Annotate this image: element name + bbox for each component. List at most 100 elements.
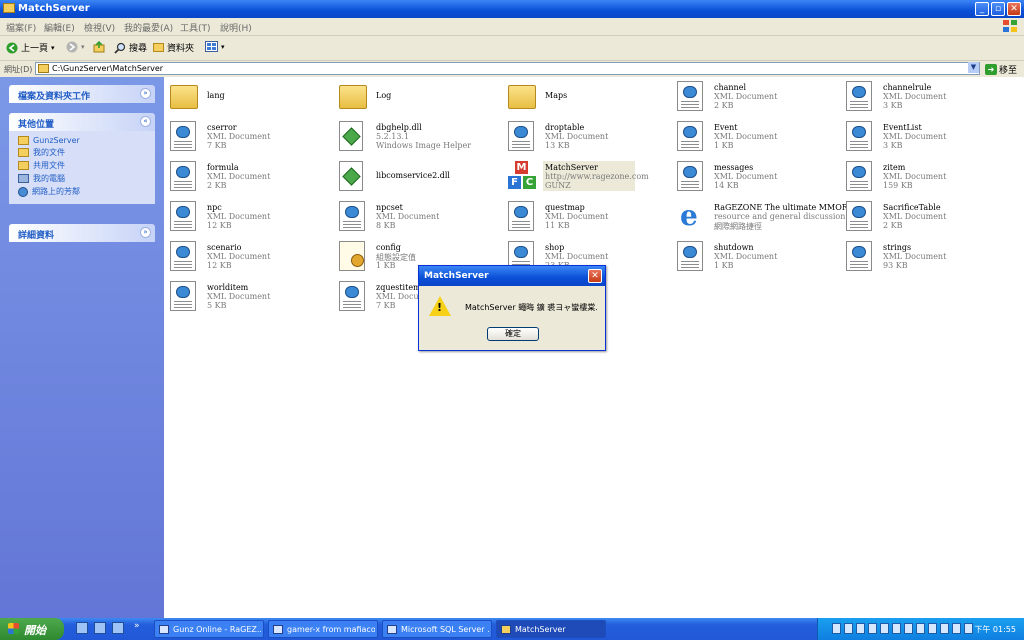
file-item[interactable]: Event XML Document 1 KB [677, 119, 842, 155]
up-folder-button[interactable] [93, 41, 105, 53]
address-bar: 網址(D) C:\GunzServer\MatchServer ▼ ➜ 移至 [0, 61, 1024, 77]
task-matchserver[interactable]: MatchServer [496, 620, 606, 638]
place-shared-documents[interactable]: 共用文件 [9, 159, 155, 172]
file-item[interactable]: messages XML Document 14 KB [677, 159, 842, 195]
search-button[interactable]: 搜尋 [114, 41, 147, 54]
views-dropdown-icon[interactable]: ▾ [221, 43, 225, 51]
menu-view[interactable]: 檢視(V) [84, 21, 115, 34]
media-player-icon[interactable] [112, 622, 124, 634]
file-name: npc [207, 203, 222, 212]
menu-file[interactable]: 檔案(F) [6, 21, 36, 34]
address-path: C:\GunzServer\MatchServer [52, 64, 164, 73]
go-button[interactable]: ➜ 移至 [985, 63, 1017, 76]
file-item[interactable]: Log [339, 79, 504, 115]
tray-icon[interactable] [916, 623, 925, 634]
file-item[interactable]: lang [170, 79, 335, 115]
forward-dropdown-icon[interactable]: ▾ [81, 43, 85, 51]
folder-icon [3, 3, 15, 13]
panel-body: GunzServer 我的文件 共用文件 我的電腦 網路上的芳鄰 [9, 131, 155, 204]
file-name: channelrule [883, 83, 932, 92]
tray-icon[interactable] [880, 623, 889, 634]
place-my-computer[interactable]: 我的電腦 [9, 172, 155, 185]
place-my-documents[interactable]: 我的文件 [9, 146, 155, 159]
menu-favorites[interactable]: 我的最愛(A) [124, 21, 173, 34]
file-item[interactable]: EventList XML Document 3 KB [846, 119, 1011, 155]
file-item[interactable]: strings XML Document 93 KB [846, 239, 1011, 275]
file-item[interactable]: RaGEZONE The ultimate MMORPGresource and… [677, 199, 866, 235]
place-gunzserver[interactable]: GunzServer [9, 135, 155, 146]
folders-button[interactable]: 資料夾 [153, 41, 194, 54]
file-item[interactable]: libcomservice2.dll [339, 159, 504, 195]
file-name: droptable [545, 123, 585, 132]
show-desktop-icon[interactable] [76, 622, 88, 634]
folder-icon [170, 81, 200, 113]
minimize-button[interactable]: _ [975, 2, 989, 16]
file-item[interactable]: npcset XML Document 8 KB [339, 199, 504, 235]
file-item[interactable]: formula XML Document 2 KB [170, 159, 335, 195]
menu-help[interactable]: 說明(H) [220, 21, 252, 34]
file-item[interactable]: questmap XML Document 11 KB [508, 199, 673, 235]
tray-icon[interactable] [832, 623, 841, 634]
back-dropdown-icon[interactable]: ▾ [51, 44, 55, 52]
address-input[interactable]: C:\GunzServer\MatchServer [35, 62, 980, 75]
ok-button[interactable]: 確定 [487, 327, 539, 341]
other-places-panel: 其他位置 « GunzServer 我的文件 共用文件 我的電腦 網路上的芳鄰 [9, 113, 155, 204]
folders-icon [153, 43, 164, 52]
file-item[interactable]: npc XML Document 12 KB [170, 199, 335, 235]
file-size: 13 KB [545, 141, 570, 150]
menu-tools[interactable]: 工具(T) [180, 21, 211, 34]
file-item[interactable]: cserror XML Document 7 KB [170, 119, 335, 155]
file-item[interactable]: dbghelp.dll 5.2.13.1 Windows Image Helper [339, 119, 504, 155]
file-item[interactable]: shutdown XML Document 1 KB [677, 239, 842, 275]
panel-header[interactable]: 檔案及資料夾工作 » [9, 85, 155, 103]
place-network[interactable]: 網路上的芳鄰 [9, 185, 155, 198]
volume-icon[interactable] [964, 623, 973, 634]
folder-icon [38, 64, 49, 73]
maximize-button[interactable]: ▫ [991, 2, 1005, 16]
file-size: 1 KB [714, 141, 734, 150]
task-gunz-online[interactable]: Gunz Online - RaGEZ... [154, 620, 264, 638]
file-item[interactable]: channel XML Document 2 KB [677, 79, 842, 115]
tray-icon[interactable] [856, 623, 865, 634]
back-button[interactable]: 上一頁 ▾ [6, 41, 55, 54]
tray-icon[interactable] [904, 623, 913, 634]
file-item[interactable]: scenario XML Document 12 KB [170, 239, 335, 275]
go-arrow-icon: ➜ [985, 64, 997, 75]
file-item[interactable]: droptable XML Document 13 KB [508, 119, 673, 155]
file-item[interactable]: zitem XML Document 159 KB [846, 159, 1011, 195]
tray-icon[interactable] [868, 623, 877, 634]
file-item[interactable]: worlditem XML Document 5 KB [170, 279, 335, 315]
tray-icon[interactable] [940, 623, 949, 634]
close-button[interactable]: ✕ [1007, 2, 1021, 16]
file-item[interactable]: SacrificeTable XML Document 2 KB [846, 199, 1011, 235]
chevron-up-icon[interactable]: « [140, 116, 151, 127]
file-item[interactable]: M F C MatchServer http://www.ragezone.com GUN… [508, 159, 673, 195]
chevron-down-icon[interactable]: » [140, 227, 151, 238]
task-gamer-x[interactable]: gamer-x from mafiaco... [268, 620, 378, 638]
tray-icon[interactable] [928, 623, 937, 634]
menu-edit[interactable]: 編輯(E) [44, 21, 75, 34]
start-button[interactable]: 開始 [0, 618, 64, 640]
file-name: messages [714, 163, 754, 172]
ie-launch-icon[interactable] [94, 622, 106, 634]
file-size: 14 KB [714, 181, 739, 190]
panel-header[interactable]: 其他位置 « [9, 113, 155, 131]
tray-icon[interactable] [892, 623, 901, 634]
file-item[interactable]: channelrule XML Document 3 KB [846, 79, 1011, 115]
address-dropdown-icon[interactable]: ▼ [968, 62, 979, 73]
chevron-down-icon[interactable]: » [140, 88, 151, 99]
file-item[interactable]: Maps [508, 79, 673, 115]
task-sql-server[interactable]: Microsoft SQL Server ... [382, 620, 492, 638]
file-name: shop [545, 243, 565, 252]
views-button[interactable]: ▾ [205, 41, 225, 52]
xml-document-icon [677, 161, 707, 193]
panel-header[interactable]: 詳細資料 » [9, 224, 155, 242]
forward-button[interactable]: ▾ [66, 41, 85, 53]
file-size: 1 KB [376, 261, 396, 270]
quick-launch-chevron-icon[interactable]: » [134, 621, 140, 631]
file-type: XML Document [207, 292, 271, 301]
tray-icon[interactable] [952, 623, 961, 634]
place-label: 共用文件 [33, 161, 65, 170]
dialog-close-button[interactable]: ✕ [588, 269, 602, 283]
tray-icon[interactable] [844, 623, 853, 634]
